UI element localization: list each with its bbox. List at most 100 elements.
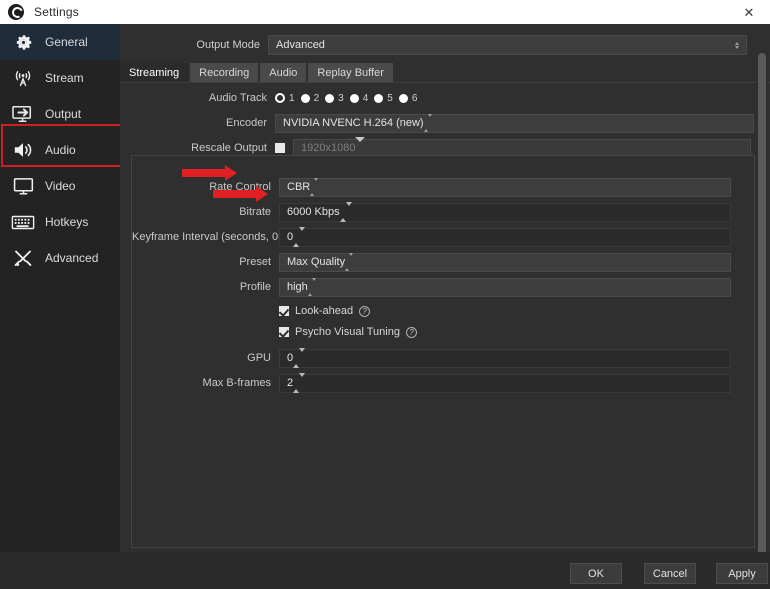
sidebar-item-label: Advanced bbox=[45, 251, 98, 265]
monitor-arrow-icon bbox=[10, 103, 36, 125]
radio-selected-icon bbox=[275, 93, 285, 103]
settings-content: Output Mode Advanced Streaming Recording… bbox=[120, 24, 770, 552]
max-b-frames-label: Max B-frames bbox=[132, 377, 279, 389]
chevron-updown-icon[interactable] bbox=[730, 37, 744, 53]
max-b-frames-row: Max B-frames 2 bbox=[132, 373, 754, 393]
gpu-input[interactable]: 0 bbox=[279, 349, 731, 368]
obs-logo-icon bbox=[8, 4, 24, 20]
keyframe-interval-row: Keyframe Interval (seconds, 0=auto) 0 bbox=[132, 227, 754, 247]
rescale-output-value: 1920x1080 bbox=[301, 142, 355, 154]
profile-label: Profile bbox=[132, 281, 279, 293]
chevron-updown-icon[interactable] bbox=[310, 181, 318, 193]
encoder-label: Encoder bbox=[120, 117, 275, 129]
sidebar-item-label: Output bbox=[45, 107, 81, 121]
ok-button[interactable]: OK bbox=[570, 563, 622, 584]
look-ahead-row: Look-ahead ? bbox=[132, 302, 754, 320]
rescale-output-checkbox[interactable] bbox=[275, 143, 285, 153]
sidebar-item-advanced[interactable]: Advanced bbox=[0, 240, 120, 276]
tools-icon bbox=[10, 247, 36, 269]
sidebar-item-output[interactable]: Output bbox=[0, 96, 120, 132]
audio-track-option-4[interactable]: 4 bbox=[350, 93, 369, 104]
stream-top-settings: Audio Track 1 2 3 bbox=[120, 88, 770, 163]
cancel-button[interactable]: Cancel bbox=[644, 563, 696, 584]
rate-control-value: CBR bbox=[287, 181, 310, 193]
preset-select[interactable]: Max Quality bbox=[279, 253, 731, 272]
chevron-updown-icon[interactable] bbox=[308, 281, 316, 293]
sidebar-item-video[interactable]: Video bbox=[0, 168, 120, 204]
bitrate-label: Bitrate bbox=[132, 206, 279, 218]
sidebar-item-hotkeys[interactable]: Hotkeys bbox=[0, 204, 120, 240]
settings-sidebar: General Stream bbox=[0, 24, 120, 565]
audio-track-row: Audio Track 1 2 3 bbox=[120, 88, 770, 108]
audio-track-option-3[interactable]: 3 bbox=[325, 93, 344, 104]
scrollbar-thumb[interactable] bbox=[758, 53, 766, 573]
apply-button[interactable]: Apply bbox=[716, 563, 768, 584]
sidebar-item-audio[interactable]: Audio bbox=[0, 132, 120, 168]
bitrate-input[interactable]: 6000 Kbps bbox=[279, 203, 731, 222]
chevron-down-icon bbox=[355, 142, 365, 154]
radio-icon bbox=[399, 94, 408, 103]
gpu-label: GPU bbox=[132, 352, 279, 364]
help-icon[interactable]: ? bbox=[359, 306, 370, 317]
window-title: Settings bbox=[34, 5, 79, 19]
sidebar-item-label: General bbox=[45, 35, 88, 49]
tab-replay-buffer[interactable]: Replay Buffer bbox=[308, 63, 392, 82]
dialog-footer: OK Cancel Apply bbox=[0, 552, 770, 589]
close-icon[interactable]: ✕ bbox=[728, 0, 770, 24]
sidebar-item-label: Audio bbox=[45, 143, 76, 157]
encoder-row: Encoder NVIDIA NVENC H.264 (new) bbox=[120, 113, 770, 133]
spinner-up-down-icon[interactable] bbox=[340, 206, 352, 218]
tab-audio[interactable]: Audio bbox=[260, 63, 306, 82]
encoder-select[interactable]: NVIDIA NVENC H.264 (new) bbox=[275, 114, 754, 133]
output-mode-select[interactable]: Advanced bbox=[268, 35, 747, 55]
output-mode-row: Output Mode Advanced bbox=[120, 34, 770, 56]
chevron-updown-icon[interactable] bbox=[424, 117, 432, 129]
keyframe-interval-label: Keyframe Interval (seconds, 0=auto) bbox=[132, 231, 279, 243]
audio-track-option-6[interactable]: 6 bbox=[399, 93, 418, 104]
rate-control-label: Rate Control bbox=[132, 181, 279, 193]
title-bar: Settings ✕ bbox=[0, 0, 770, 24]
tab-recording[interactable]: Recording bbox=[190, 63, 258, 82]
look-ahead-checkbox[interactable] bbox=[279, 306, 289, 316]
audio-track-option-2[interactable]: 2 bbox=[301, 93, 320, 104]
output-tabs: Streaming Recording Audio Replay Buffer bbox=[120, 63, 770, 82]
content-scrollbar[interactable] bbox=[757, 52, 767, 576]
spinner-up-down-icon[interactable] bbox=[293, 231, 305, 243]
keyframe-interval-input[interactable]: 0 bbox=[279, 228, 731, 247]
sidebar-item-general[interactable]: General bbox=[0, 24, 120, 60]
sidebar-item-label: Hotkeys bbox=[45, 215, 88, 229]
radio-icon bbox=[301, 94, 310, 103]
output-mode-value: Advanced bbox=[276, 39, 325, 51]
sidebar-item-stream[interactable]: Stream bbox=[0, 60, 120, 96]
radio-icon bbox=[350, 94, 359, 103]
audio-track-option-1[interactable]: 1 bbox=[275, 93, 295, 104]
obs-settings-window: Settings ✕ General bbox=[0, 0, 770, 589]
sidebar-item-label: Video bbox=[45, 179, 75, 193]
psycho-visual-tuning-row: Psycho Visual Tuning ? bbox=[132, 323, 754, 341]
max-b-frames-input[interactable]: 2 bbox=[279, 374, 731, 393]
bitrate-value: 6000 Kbps bbox=[287, 206, 340, 218]
preset-label: Preset bbox=[132, 256, 279, 268]
audio-track-label: Audio Track bbox=[120, 92, 275, 104]
chevron-updown-icon[interactable] bbox=[345, 256, 353, 268]
help-icon[interactable]: ? bbox=[406, 327, 417, 338]
audio-track-option-5[interactable]: 5 bbox=[374, 93, 393, 104]
psycho-visual-tuning-checkbox[interactable] bbox=[279, 327, 289, 337]
rate-control-select[interactable]: CBR bbox=[279, 178, 731, 197]
tab-streaming[interactable]: Streaming bbox=[120, 63, 188, 82]
spinner-up-down-icon[interactable] bbox=[293, 352, 305, 364]
gear-icon bbox=[10, 31, 36, 53]
spinner-up-down-icon[interactable] bbox=[293, 377, 305, 389]
profile-row: Profile high bbox=[132, 277, 754, 297]
profile-value: high bbox=[287, 281, 308, 293]
preset-value: Max Quality bbox=[287, 256, 345, 268]
keyboard-icon bbox=[10, 211, 36, 233]
bitrate-row: Bitrate 6000 Kbps bbox=[132, 202, 754, 222]
profile-select[interactable]: high bbox=[279, 278, 731, 297]
broadcast-icon bbox=[10, 67, 36, 89]
look-ahead-label: Look-ahead bbox=[295, 305, 353, 317]
preset-row: Preset Max Quality bbox=[132, 252, 754, 272]
audio-track-radio-group: 1 2 3 4 5 bbox=[275, 93, 417, 104]
display-icon bbox=[10, 175, 36, 197]
sidebar-item-label: Stream bbox=[45, 71, 84, 85]
